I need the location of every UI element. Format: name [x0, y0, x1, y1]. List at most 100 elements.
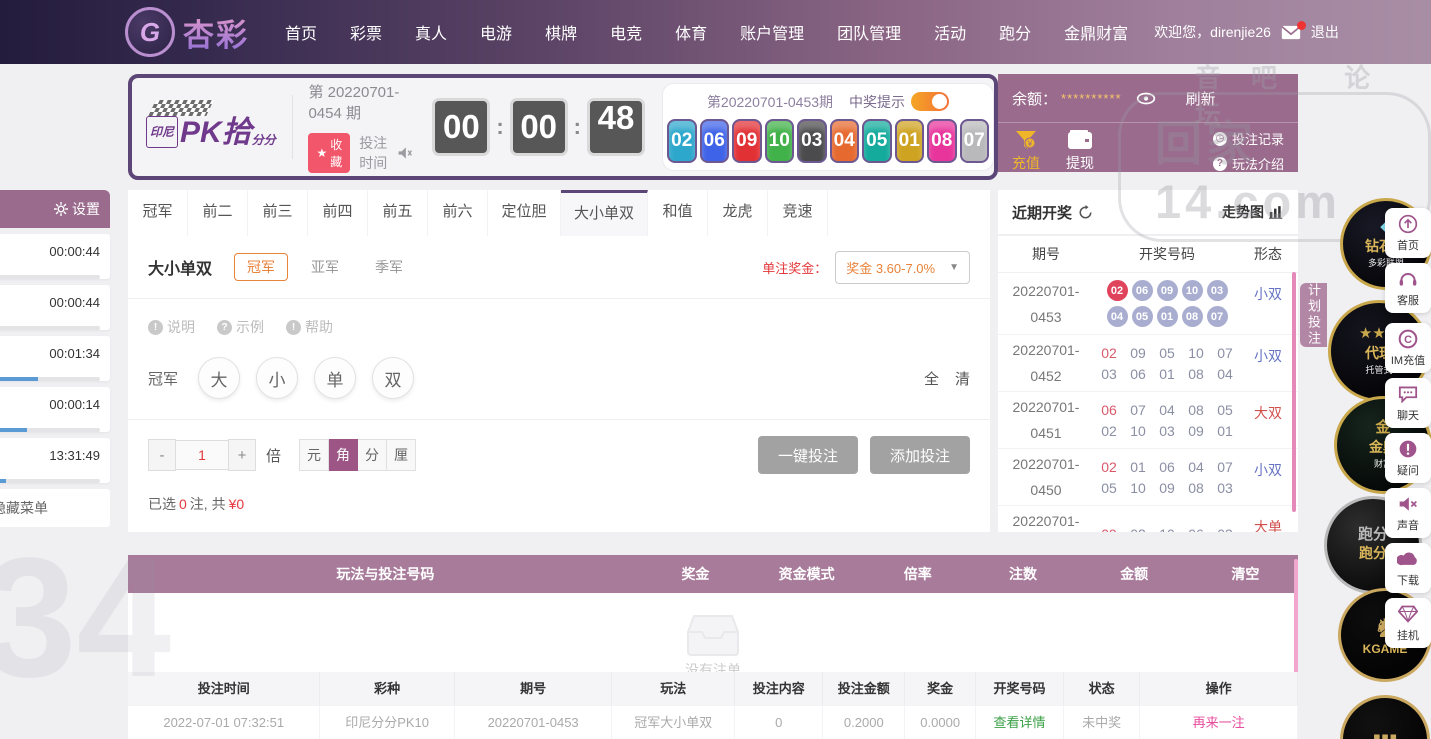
hide-menu-button[interactable]: 隐藏菜单 — [0, 489, 110, 527]
unit-元[interactable]: 元 — [299, 439, 330, 471]
tab-前五[interactable]: 前五 — [368, 190, 428, 236]
empty-inbox-icon — [687, 615, 739, 656]
withdraw-button[interactable]: 提现 — [1066, 129, 1094, 173]
nav-item-4[interactable]: 棋牌 — [545, 20, 577, 44]
sidebar-item-疑问[interactable]: 疑问 — [1385, 433, 1431, 483]
favorite-lottery-item[interactable]: 分彩00:00:44 — [0, 285, 110, 330]
recent-scrollbar[interactable] — [1292, 272, 1296, 512]
clear-button[interactable]: 清 — [955, 368, 970, 389]
site-logo[interactable]: G 杏彩 — [125, 7, 249, 57]
quick-bet-button[interactable]: 一键投注 — [758, 436, 858, 474]
sidebar-item-聊天[interactable]: 聊天 — [1385, 378, 1431, 428]
favorite-lottery-item[interactable]: 30秒00:00:14 — [0, 387, 110, 432]
lottery-logo-prefix: 印尼 — [146, 115, 179, 148]
option-单[interactable]: 单 — [314, 357, 357, 399]
unit-分[interactable]: 分 — [358, 439, 388, 471]
view-details-link[interactable]: 查看详情 — [976, 706, 1064, 739]
option-双[interactable]: 双 — [372, 357, 415, 399]
favorite-button[interactable]: ★ 收藏 — [308, 133, 351, 173]
option-小[interactable]: 小 — [256, 357, 299, 399]
favorite-lottery-item[interactable]: 分彩00:00:44 — [0, 234, 110, 279]
diamond-icon — [1398, 604, 1418, 624]
tab-前四[interactable]: 前四 — [308, 190, 368, 236]
mute-icon[interactable] — [397, 146, 413, 160]
sidebar-item-IM充值[interactable]: C IM充值 — [1385, 323, 1431, 373]
history-cell-3: 冠军大小单双 — [612, 706, 736, 739]
unit-厘[interactable]: 厘 — [387, 439, 417, 471]
eye-icon[interactable] — [1136, 92, 1156, 105]
refresh-balance-button[interactable]: 刷新 — [1186, 88, 1216, 109]
sidebar-item-下载[interactable]: 下载 — [1385, 543, 1431, 593]
slip-col-5: 金额 — [1120, 566, 1149, 582]
bet-panel-title: 大小单双 — [148, 261, 213, 278]
draw-ball: 05 — [862, 118, 892, 163]
mail-icon[interactable] — [1281, 20, 1306, 40]
funnel-icon: ¥ — [1016, 131, 1036, 149]
add-bet-button[interactable]: 添加投注 — [870, 436, 970, 474]
tab-冠军[interactable]: 冠军 — [128, 190, 188, 236]
nav-item-5[interactable]: 电竞 — [610, 20, 642, 44]
sidebar-item-首页[interactable]: 首页 — [1385, 208, 1431, 258]
tab-龙虎[interactable]: 龙虎 — [708, 190, 768, 236]
refresh-icon[interactable] — [1078, 204, 1093, 220]
favorites-panel: 收藏 设置 分彩00:00:44 分彩00:00:44 分彩00:01:34 3… — [0, 190, 110, 527]
history-col-0: 投注时间 — [128, 672, 321, 705]
bet-records-link[interactable]: ◷ 投注记录 — [1212, 129, 1284, 148]
nav-item-0[interactable]: 首页 — [285, 20, 317, 44]
arrow-up-circle-icon — [1398, 214, 1418, 234]
help-link-1[interactable]: ? 示例 — [217, 317, 264, 337]
logout-link[interactable]: 退出 — [1311, 22, 1339, 42]
option-大[interactable]: 大 — [198, 357, 241, 399]
multiplier-minus-button[interactable]: - — [148, 439, 176, 471]
help-link-0[interactable]: ! 说明 — [148, 317, 195, 337]
position-tab-冠军[interactable]: 冠军 — [234, 253, 289, 281]
nav-item-8[interactable]: 团队管理 — [837, 20, 901, 44]
unit-角[interactable]: 角 — [329, 439, 359, 471]
tab-前二[interactable]: 前二 — [188, 190, 248, 236]
col-period: 期号 — [1032, 246, 1060, 262]
tab-前六[interactable]: 前六 — [428, 190, 488, 236]
recent-draw-row: 20220701- 0453 02 06 09 10 03 04 05 01 08 07 小双 — [998, 273, 1298, 335]
nav-item-1[interactable]: 彩票 — [350, 20, 382, 44]
nav-item-3[interactable]: 电游 — [480, 20, 512, 44]
history-cell-5: 0.2000 — [823, 706, 906, 739]
game-intro-link[interactable]: ? 玩法介绍 — [1212, 154, 1284, 173]
bet-again-link[interactable]: 再来一注 — [1140, 706, 1298, 739]
tab-大小单双[interactable]: 大小单双 — [561, 190, 648, 236]
recharge-button[interactable]: ¥ 充值 — [1012, 129, 1040, 173]
select-all-button[interactable]: 全 — [924, 368, 939, 389]
nav-menu: 首页 彩票 真人 电游 棋牌 电竞 体育 账户管理 团队管理 活动 跑分 金鼎财富 — [285, 20, 1128, 44]
help-mark-icon: ! — [286, 319, 301, 335]
prize-select[interactable]: 奖金 3.60-7.0% ▼ — [835, 250, 970, 284]
win-tip-toggle[interactable] — [911, 92, 950, 111]
nav-item-2[interactable]: 真人 — [415, 20, 447, 44]
tab-竞速[interactable]: 竞速 — [768, 190, 828, 236]
tab-前三[interactable]: 前三 — [248, 190, 308, 236]
tab-和值[interactable]: 和值 — [648, 190, 708, 236]
nav-item-10[interactable]: 跑分 — [999, 20, 1031, 44]
play-tabs: 冠军 前二 前三 前四 前五 前六 定位胆 大小单双 和值 龙虎 竞速 — [128, 190, 990, 237]
history-col-9: 操作 — [1140, 672, 1298, 705]
position-tab-季军[interactable]: 季军 — [362, 253, 416, 281]
promo-badge-5[interactable]: ▮▮▮ — [1340, 695, 1430, 739]
nav-item-6[interactable]: 体育 — [675, 20, 707, 44]
lottery-logo-sub: 分分 — [251, 132, 276, 147]
slip-scrollbar[interactable] — [1294, 559, 1298, 685]
multiplier-plus-button[interactable]: + — [228, 439, 256, 471]
nav-item-11[interactable]: 金鼎财富 — [1064, 20, 1128, 44]
nav-item-9[interactable]: 活动 — [934, 20, 966, 44]
favorite-lottery-item[interactable]: 分彩00:01:34 — [0, 336, 110, 381]
sidebar-item-声音[interactable]: 声音 — [1385, 488, 1431, 538]
sidebar-item-客服[interactable]: 客服 — [1385, 263, 1431, 313]
settings-button[interactable]: 设置 — [54, 199, 100, 219]
nav-item-7[interactable]: 账户管理 — [740, 20, 804, 44]
position-tab-亚军[interactable]: 亚军 — [298, 253, 352, 281]
slip-col-6: 清空 — [1231, 566, 1260, 582]
plan-bet-tab[interactable]: 计划投注 — [1300, 283, 1327, 347]
trend-chart-link[interactable]: 走势图 — [1222, 202, 1284, 222]
sidebar-item-挂机[interactable]: 挂机 — [1385, 598, 1431, 648]
help-link-2[interactable]: ! 帮助 — [286, 317, 333, 337]
multiplier-value[interactable]: 1 — [176, 440, 228, 470]
tab-定位胆[interactable]: 定位胆 — [488, 190, 561, 236]
favorite-lottery-item[interactable]: 彩13:31:49 — [0, 438, 110, 483]
